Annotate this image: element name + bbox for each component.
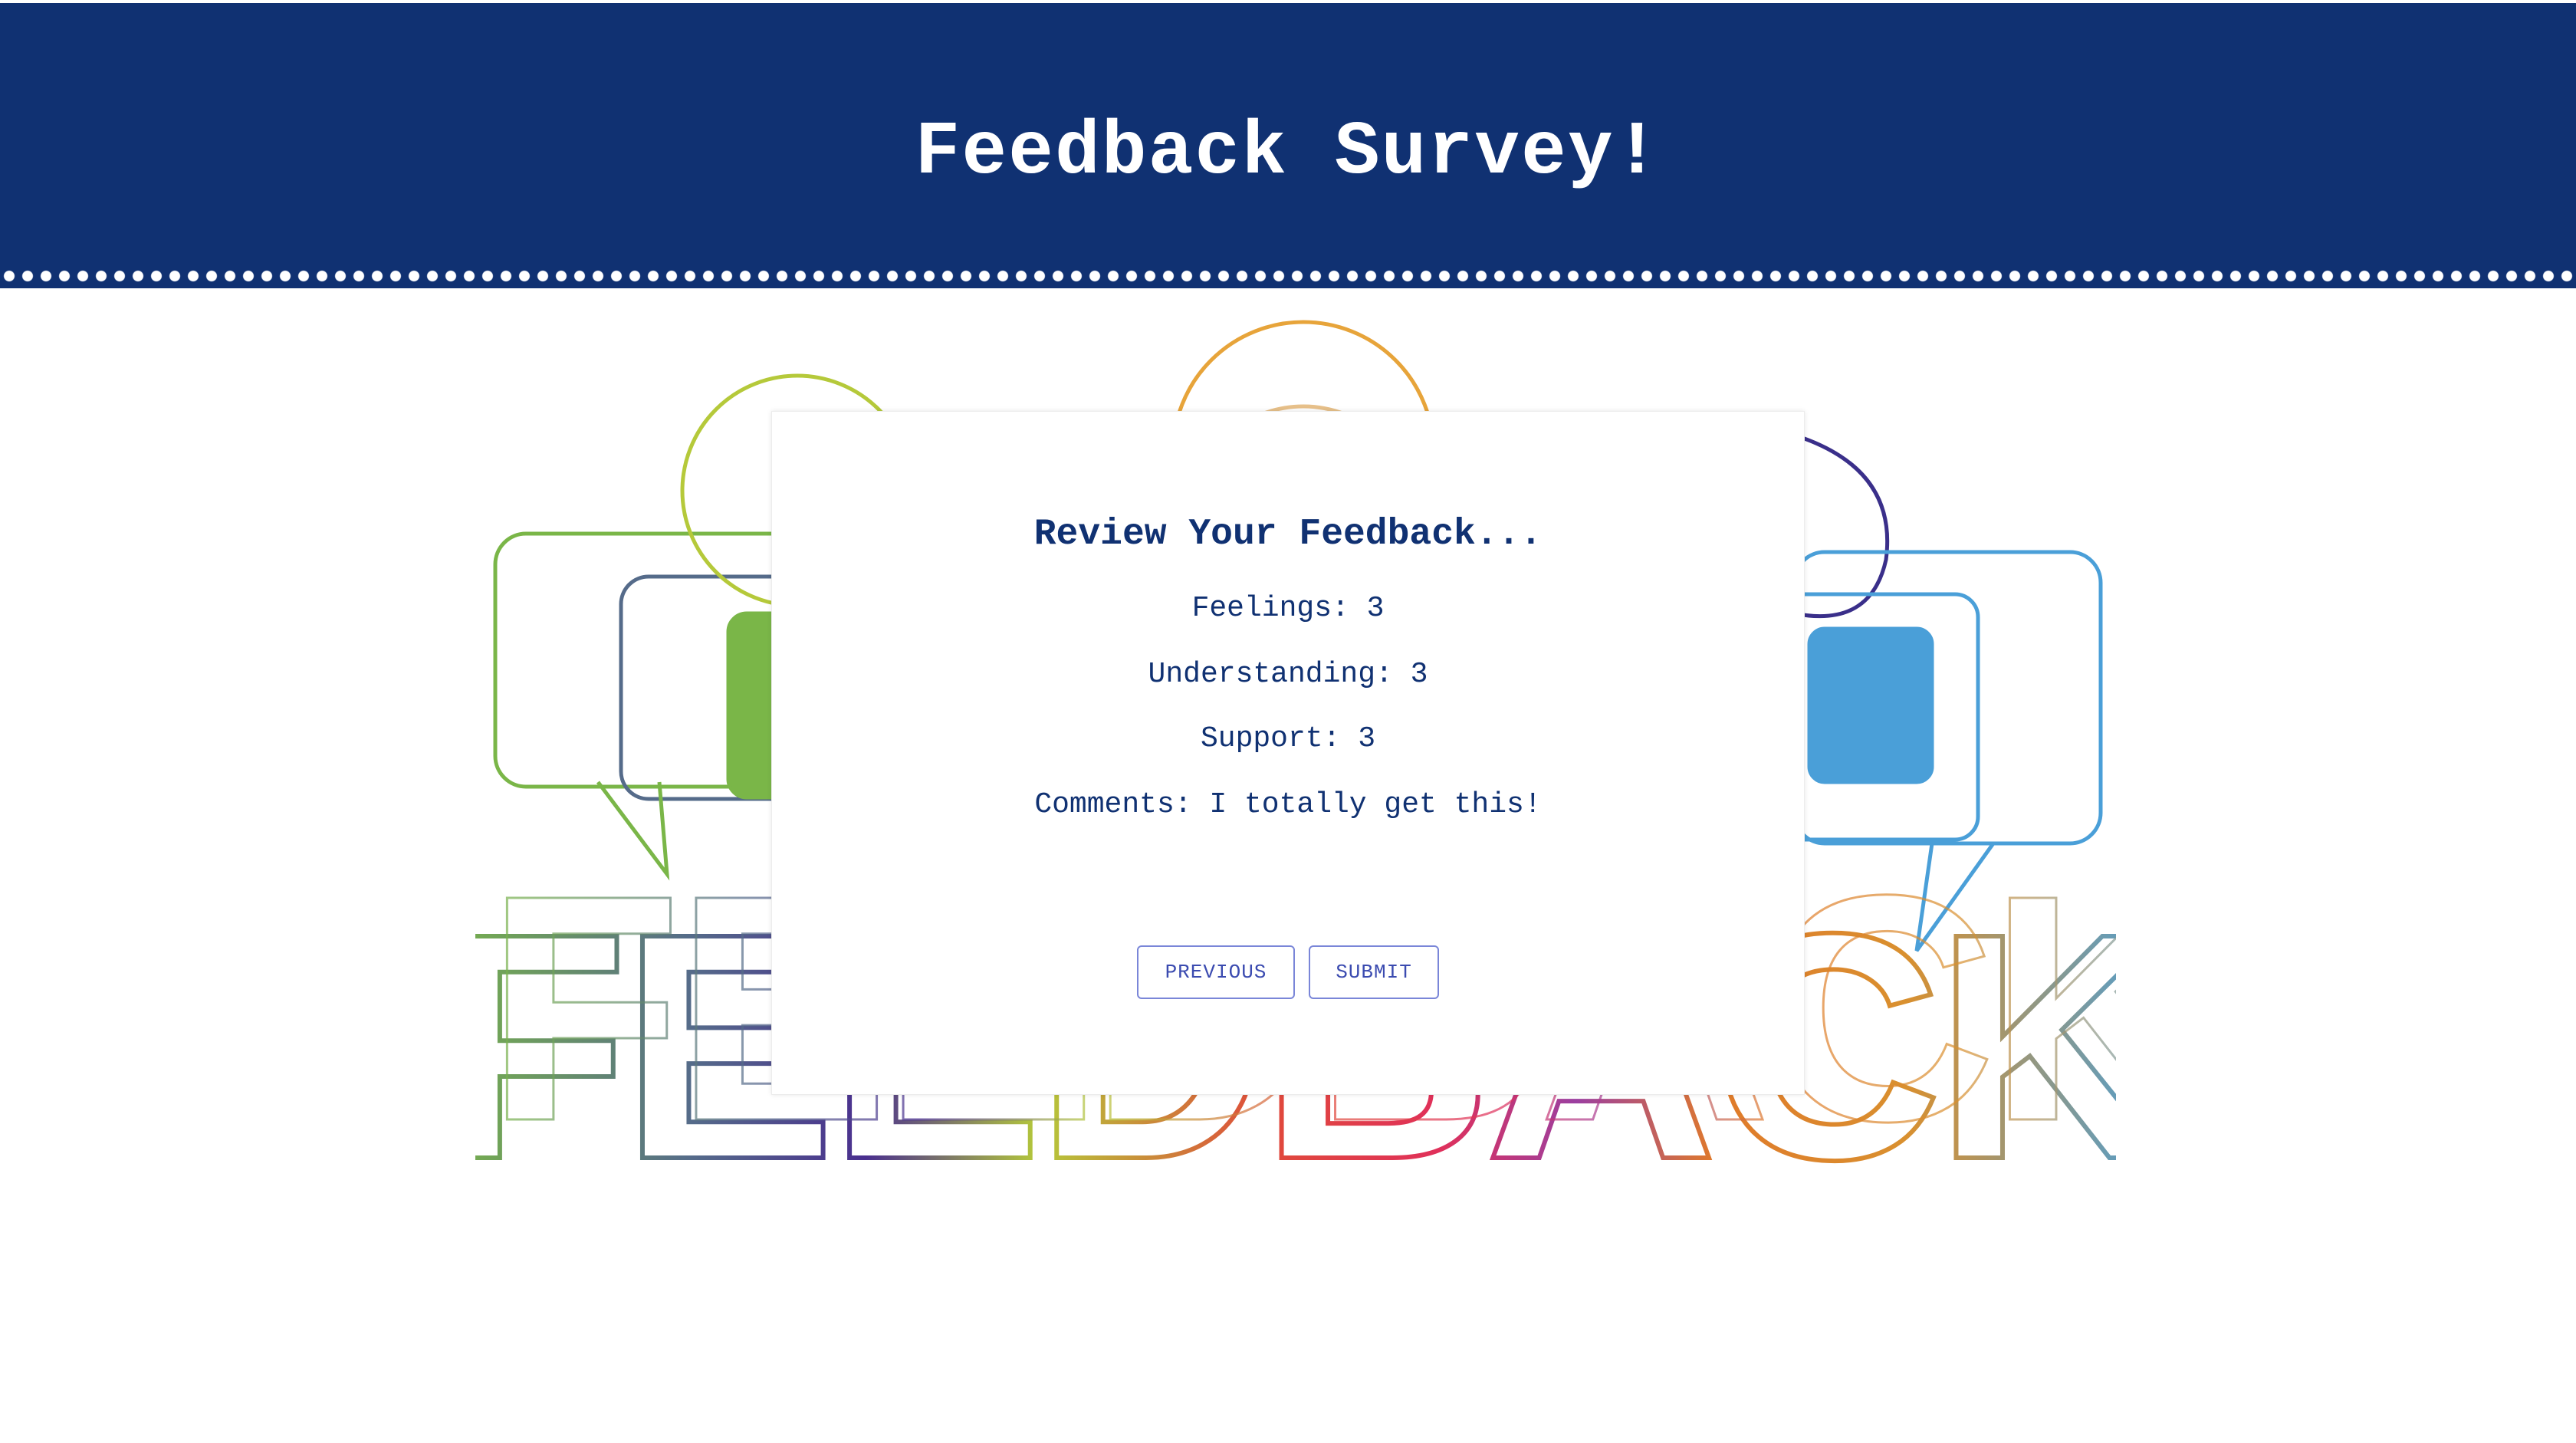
review-title: Review Your Feedback... xyxy=(1033,514,1543,555)
support-label: Support: xyxy=(1200,722,1341,755)
review-card: Review Your Feedback... Feelings: 3 Unde… xyxy=(771,411,1805,1095)
support-value: 3 xyxy=(1358,722,1376,755)
submit-button[interactable]: SUBMIT xyxy=(1309,945,1439,999)
comments-value: I totally get this! xyxy=(1209,788,1542,821)
feelings-line: Feelings: 3 xyxy=(772,590,1804,628)
understanding-label: Understanding: xyxy=(1148,658,1393,691)
comments-label: Comments: xyxy=(1034,788,1192,821)
comments-line: Comments: I totally get this! xyxy=(772,786,1804,824)
page-title: Feedback Survey! xyxy=(915,110,1661,196)
page-header: Feedback Survey! xyxy=(0,3,2576,270)
dotted-divider xyxy=(0,270,2576,288)
feelings-value: 3 xyxy=(1366,592,1385,625)
navigation-buttons: PREVIOUS SUBMIT xyxy=(772,945,1804,999)
understanding-value: 3 xyxy=(1410,658,1428,691)
understanding-line: Understanding: 3 xyxy=(772,656,1804,694)
previous-button[interactable]: PREVIOUS xyxy=(1137,945,1295,999)
support-line: Support: 3 xyxy=(772,720,1804,758)
feelings-label: Feelings: xyxy=(1191,592,1349,625)
